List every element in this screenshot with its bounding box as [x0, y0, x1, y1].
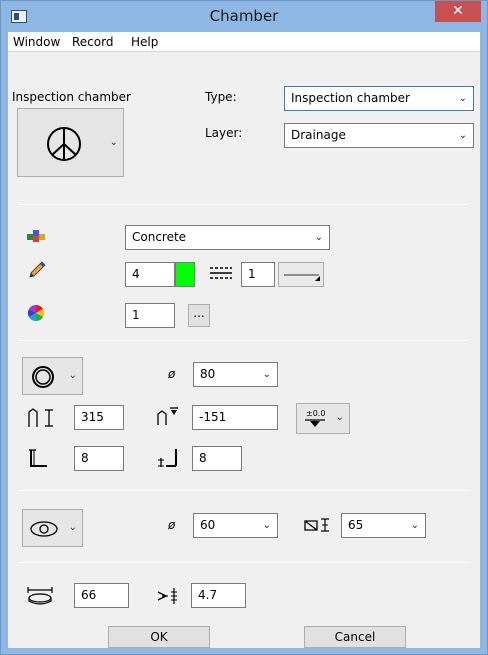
- separator: [18, 490, 468, 491]
- bottom-width-icon: [27, 587, 53, 605]
- color-layer-field[interactable]: 1: [125, 303, 175, 328]
- linetype-picker-button[interactable]: [278, 262, 324, 287]
- menu-window[interactable]: Window: [13, 35, 60, 49]
- inspection-chamber-symbol-icon: [47, 127, 81, 161]
- dialog-client-area: Window Record Help Inspection chamber ⌄ …: [8, 32, 480, 648]
- menu-record[interactable]: Record: [72, 35, 113, 49]
- chamber-diameter-select[interactable]: 80 ⌄: [193, 362, 278, 387]
- wall-thickness-icon: [29, 449, 47, 467]
- chevron-down-icon: ⌄: [458, 93, 467, 104]
- linetype-number: 1: [248, 267, 256, 281]
- color-wheel-icon: [27, 304, 45, 322]
- color-layer-value: 1: [132, 308, 140, 322]
- wall-thickness-field[interactable]: 8: [74, 446, 124, 471]
- wall-thickness-value: 8: [81, 451, 89, 465]
- chevron-down-icon: ⌄: [68, 370, 77, 381]
- cover-diameter-symbol: ø: [168, 518, 176, 532]
- chamber-height-field[interactable]: 315: [74, 405, 124, 430]
- chamber-height-value: 315: [81, 410, 104, 424]
- cover-shape-button[interactable]: ⌄: [22, 509, 83, 547]
- separator: [18, 340, 468, 341]
- ring-circle-icon: [32, 366, 54, 388]
- top-level-icon: [157, 407, 178, 425]
- chevron-down-icon: ⌄: [262, 369, 271, 380]
- layer-label: Layer:: [205, 126, 243, 140]
- cover-thickness-icon: [304, 518, 329, 532]
- level-reference-button[interactable]: ±0.0 ⌄: [296, 403, 350, 434]
- chamber-diameter-symbol: ø: [168, 367, 176, 381]
- chevron-down-icon: ⌄: [410, 520, 419, 531]
- layer-select-value: Drainage: [291, 128, 346, 142]
- menu-help[interactable]: Help: [131, 35, 158, 49]
- separator: [18, 204, 468, 205]
- base-thickness-field[interactable]: 8: [192, 446, 242, 471]
- linetype-number-field[interactable]: 1: [241, 262, 275, 287]
- base-thickness-value: 8: [199, 451, 207, 465]
- menu-bar: Window Record Help: [8, 32, 480, 52]
- line-sample-icon: [284, 274, 320, 281]
- cover-thickness-select[interactable]: 65 ⌄: [341, 513, 426, 538]
- chamber-height-icon: [28, 408, 53, 427]
- window-title: Chamber: [209, 7, 279, 25]
- symbol-label: Inspection chamber: [12, 90, 131, 104]
- svg-text:±0.0: ±0.0: [306, 409, 325, 418]
- material-blocks-icon: [27, 230, 45, 242]
- type-label: Type:: [205, 90, 237, 104]
- pencil-icon: [29, 261, 46, 278]
- chevron-down-icon: ⌄: [68, 522, 77, 533]
- chevron-down-icon: ⌄: [109, 137, 118, 148]
- separator: [18, 562, 468, 563]
- level-zero-icon: ±0.0: [305, 409, 325, 427]
- top-level-value: -151: [199, 410, 227, 424]
- chevron-down-icon: ⌄: [335, 412, 344, 423]
- bottom-width-field[interactable]: 66: [74, 583, 129, 608]
- chevron-down-icon: ⌄: [262, 520, 271, 531]
- cover-thickness-value: 65: [348, 518, 364, 532]
- ok-button[interactable]: OK: [108, 626, 210, 648]
- chamber-shape-button[interactable]: ⌄: [22, 357, 83, 395]
- cancel-button[interactable]: Cancel: [304, 626, 406, 648]
- bottom-width-value: 66: [81, 588, 97, 602]
- base-thickness-icon: [158, 449, 177, 467]
- layer-select[interactable]: Drainage ⌄: [284, 123, 474, 148]
- color-more-button[interactable]: ...: [188, 304, 210, 327]
- eye-oval-icon: [30, 521, 58, 537]
- chevron-down-icon: ⌄: [458, 130, 467, 141]
- cover-diameter-select[interactable]: 60 ⌄: [193, 513, 278, 538]
- dialog-window: Chamber ✕ Window Record Help Inspection …: [0, 0, 488, 655]
- pen-color-number: 4: [132, 267, 140, 281]
- pen-color-swatch[interactable]: [175, 262, 195, 287]
- bottom-depth-icon: [157, 588, 177, 604]
- bottom-depth-field[interactable]: 4.7: [191, 583, 246, 608]
- symbol-picker-button[interactable]: ⌄: [17, 108, 124, 177]
- type-select-value: Inspection chamber: [291, 91, 410, 105]
- bottom-depth-value: 4.7: [198, 588, 218, 602]
- chevron-down-icon: ⌄: [314, 232, 323, 243]
- top-level-field[interactable]: -151: [192, 405, 278, 430]
- cover-diameter-value: 60: [200, 518, 216, 532]
- close-button[interactable]: ✕: [435, 1, 481, 22]
- chamber-diameter-value: 80: [200, 367, 216, 381]
- material-select-value: Concrete: [132, 230, 187, 244]
- pen-color-number-field[interactable]: 4: [125, 262, 175, 287]
- material-select[interactable]: Concrete ⌄: [125, 225, 330, 250]
- type-select[interactable]: Inspection chamber ⌄: [284, 86, 474, 111]
- title-bar[interactable]: Chamber ✕: [1, 1, 487, 32]
- linetype-icon: [210, 267, 232, 279]
